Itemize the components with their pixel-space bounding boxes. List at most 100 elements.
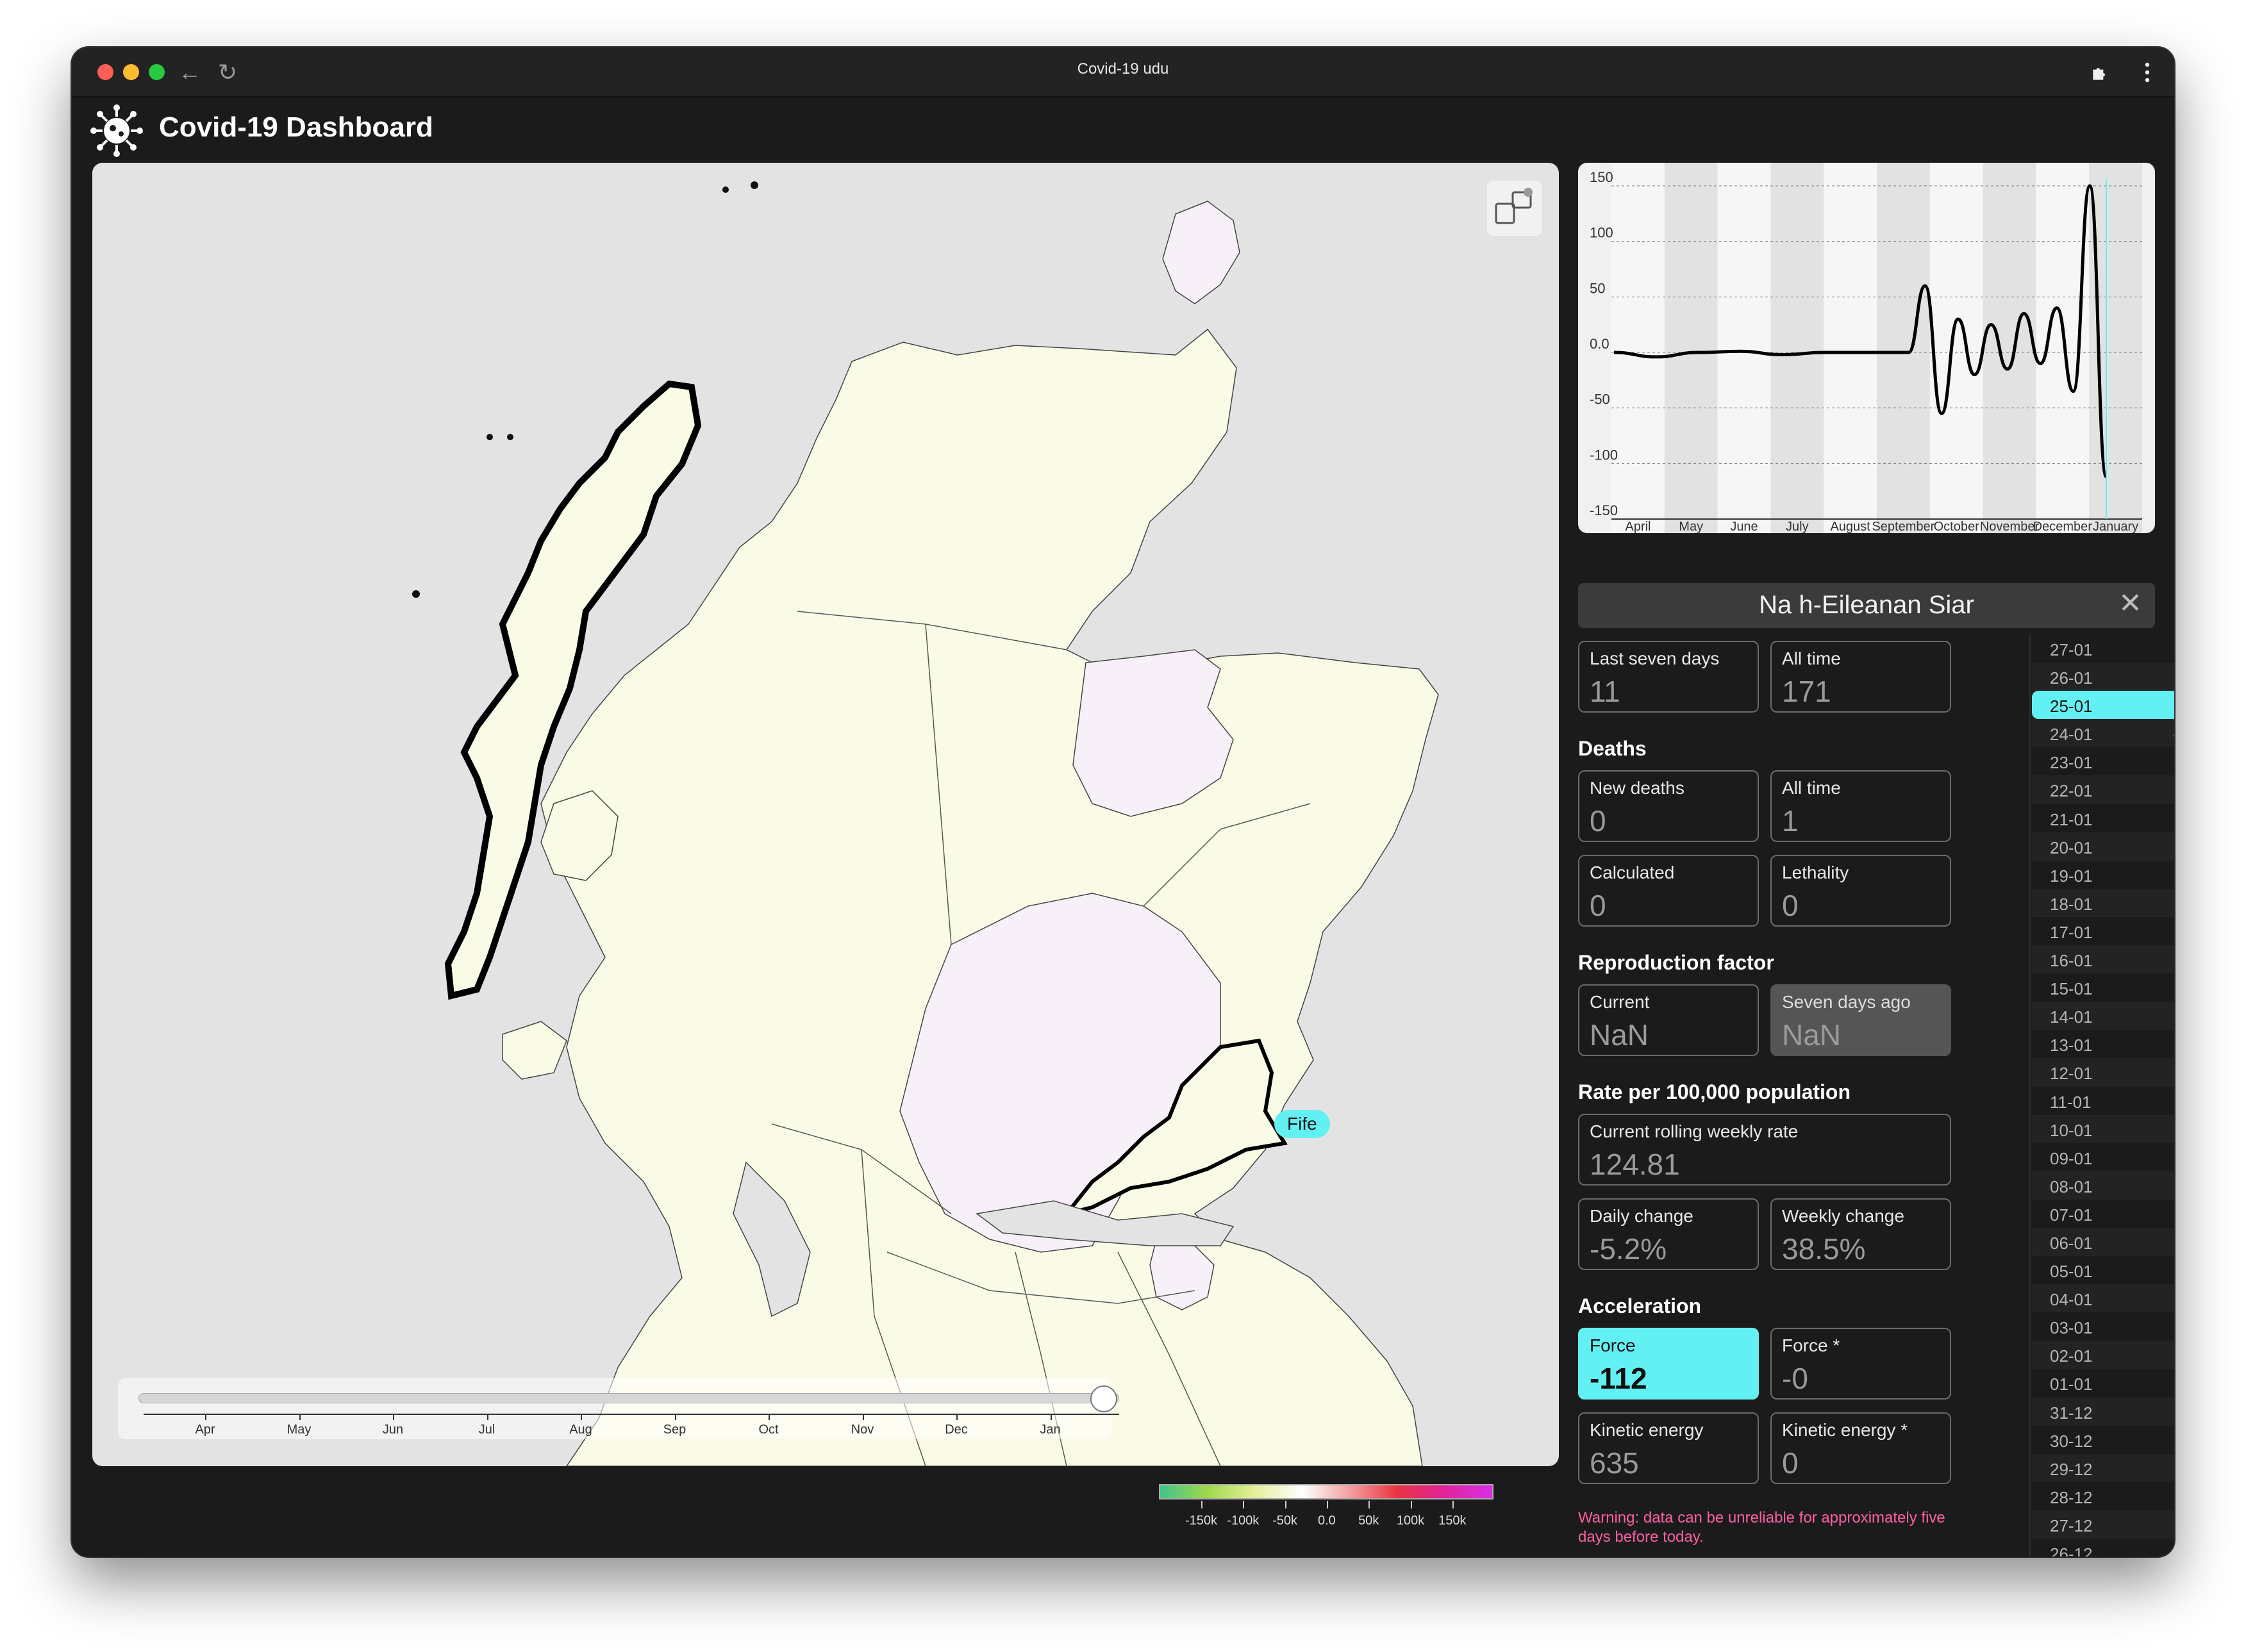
day-row[interactable]: 19-0118 (2032, 861, 2174, 889)
x-tick-label: July (1786, 520, 1809, 533)
day-date: 31-12 (2050, 1403, 2093, 1423)
day-row[interactable]: 26-01-113 (2032, 663, 2174, 691)
day-row[interactable]: 12-01124 (2032, 1058, 2174, 1087)
stat-value: NaN (1782, 1018, 1842, 1052)
day-row[interactable]: 27-1224 (2032, 1510, 2174, 1539)
day-row[interactable]: 24-01 -108 (2032, 719, 2174, 748)
day-date: 30-12 (2050, 1431, 2093, 1451)
slider-month-label: Dec (945, 1423, 968, 1437)
day-row[interactable]: 17-01108 (2032, 917, 2174, 945)
day-date: 23-01 (2050, 753, 2093, 773)
stat-deaths-all-time: All time 1 (1770, 770, 1951, 842)
slider-axis (144, 1414, 1119, 1415)
stat-value: -0 (1782, 1362, 1808, 1395)
day-row[interactable]: 02-0123 (2032, 1341, 2174, 1369)
stat-label: Kinetic energy (1590, 1420, 1704, 1440)
day-date: 25-01 (2050, 697, 2093, 716)
day-row[interactable]: 07-01-53 (2032, 1200, 2174, 1228)
slider-month-label: Sep (663, 1423, 686, 1437)
day-row[interactable]: 03-01-4 (2032, 1312, 2174, 1341)
mainland-region[interactable] (540, 328, 1439, 1466)
day-date: 10-01 (2050, 1120, 2093, 1140)
day-date: 09-01 (2050, 1148, 2093, 1168)
layers-icon (1495, 188, 1533, 224)
slider-month-label: Apr (195, 1423, 215, 1437)
day-row[interactable]: 23-01-96 (2032, 747, 2174, 775)
day-date: 18-01 (2050, 894, 2093, 914)
day-row[interactable]: 15-01159 (2032, 973, 2174, 1002)
day-row[interactable]: 05-01-51 (2032, 1256, 2174, 1284)
day-row[interactable]: 20-01-22 (2032, 832, 2174, 861)
stat-label: Force (1590, 1335, 1636, 1355)
stat-value: 0 (1782, 1446, 1799, 1480)
day-row[interactable]: 06-01-58 (2032, 1227, 2174, 1257)
stat-label: Calculated (1590, 863, 1675, 882)
month-band (2036, 163, 2090, 533)
month-band (1717, 163, 1771, 533)
legend-label: 50k (1358, 1514, 1379, 1528)
day-row[interactable]: 13-01150 (2032, 1030, 2174, 1058)
stat-kinetic-energy: Kinetic energy 635 (1578, 1412, 1759, 1484)
day-row[interactable]: 29-1253 (2032, 1453, 2174, 1482)
day-row[interactable]: 30-1257 (2032, 1426, 2174, 1454)
timeline-slider[interactable]: Apr May Jun Jul Aug Sep Oct Nov Dec Jan (118, 1378, 1119, 1439)
legend-tick (1243, 1501, 1245, 1508)
day-date: 05-01 (2050, 1262, 2093, 1282)
day-date: 22-01 (2050, 781, 2093, 801)
y-tick-label: -150 (1590, 502, 1618, 518)
slider-tick (769, 1415, 770, 1420)
mull-island[interactable] (502, 1021, 567, 1080)
day-row[interactable]: 04-01-31 (2032, 1284, 2174, 1313)
day-row[interactable]: 01-0143 (2032, 1369, 2174, 1397)
x-tick-label: November (1980, 520, 2040, 533)
month-band (1611, 163, 1665, 533)
acceleration-heading: Acceleration (1578, 1294, 1702, 1317)
day-row[interactable]: 22-01-79 (2032, 775, 2174, 804)
day-row[interactable]: 26-124 (2032, 1539, 2174, 1557)
legend-label: 0.0 (1317, 1514, 1336, 1528)
day-date: 13-01 (2050, 1036, 2093, 1055)
legend-tick (1368, 1501, 1370, 1508)
map-view[interactable]: Fife Apr May Jun Jul Aug Sep Oct Nov Dec Jan (92, 163, 1559, 1466)
extensions-puzzle-icon[interactable] (2090, 63, 2110, 87)
stat-force-star: Force * -0 (1770, 1328, 1951, 1400)
slider-track[interactable] (138, 1393, 1119, 1403)
day-row[interactable]: 31-1253 (2032, 1397, 2174, 1426)
day-date: 26-12 (2050, 1544, 2093, 1557)
stat-value: 0 (1590, 804, 1606, 838)
day-date: 12-01 (2050, 1064, 2093, 1084)
day-value: NaN (2173, 638, 2174, 662)
layer-toggle-button[interactable] (1487, 181, 1542, 236)
x-tick-label: June (1730, 520, 1758, 533)
scotland-map[interactable] (92, 163, 1559, 1466)
day-date: 16-01 (2050, 951, 2093, 971)
close-icon[interactable]: ✕ (2118, 587, 2142, 620)
day-date: 02-01 (2050, 1346, 2093, 1366)
day-row[interactable]: 18-0163 (2032, 888, 2174, 917)
day-row[interactable]: 10-0135 (2032, 1114, 2174, 1143)
slider-thumb[interactable] (1090, 1385, 1117, 1412)
day-row[interactable]: 08-01-35 (2032, 1171, 2174, 1200)
slider-month-label: Jun (382, 1423, 404, 1437)
orkney-region[interactable] (1162, 201, 1240, 304)
day-date: 21-01 (2050, 809, 2093, 829)
slider-tick (299, 1415, 301, 1420)
day-row[interactable]: 27-01 NaN (2032, 634, 2174, 663)
day-row[interactable]: 25-01-112 (2032, 691, 2174, 720)
day-row[interactable]: 28-1242 (2032, 1482, 2174, 1510)
legend-tick (1285, 1501, 1286, 1508)
stat-label: New deaths (1590, 778, 1684, 798)
day-row[interactable]: 14-01162 (2032, 1002, 2174, 1030)
day-row[interactable]: 16-01141 (2032, 945, 2174, 974)
day-row[interactable]: 09-01-6 (2032, 1143, 2174, 1171)
day-row[interactable]: 21-01-54 (2032, 804, 2174, 832)
daily-values-list[interactable]: 27-01NaN26-01-11325-01-11224-01-10823-01… (2032, 634, 2174, 1557)
more-menu-icon[interactable] (2143, 62, 2151, 87)
stat-lethality: Lethality 0 (1770, 855, 1951, 927)
y-tick-label: 0.0 (1590, 336, 1610, 352)
deaths-heading: Deaths (1578, 737, 1647, 760)
stat-new-deaths: New deaths 0 (1578, 770, 1759, 842)
region-name: Na h-Eileanan Siar (1759, 591, 1974, 619)
day-row[interactable]: 11-0184 (2032, 1087, 2174, 1115)
line-chart: 150 100 50 0.0 -50 -100 -150 April May June July Au… (1590, 163, 2142, 533)
